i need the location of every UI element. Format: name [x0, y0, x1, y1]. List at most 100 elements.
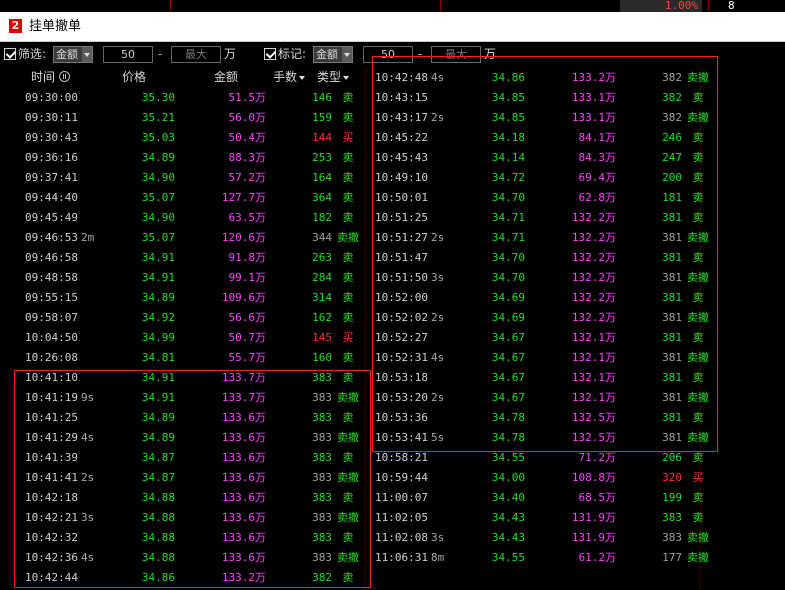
cell-amount: 132.5万: [571, 411, 616, 424]
table-row[interactable]: 10:41:19 9s 34.91 133.7万 383 卖撤: [25, 388, 375, 408]
table-row[interactable]: 11:06:31 8m 34.55 61.2万 177 卖撤: [375, 548, 725, 568]
cell-type: 卖撤: [687, 71, 709, 84]
table-row[interactable]: 10:51:47 34.70 132.2万 381 卖: [375, 248, 725, 268]
table-row[interactable]: 10:42:44 34.86 133.2万 382 卖: [25, 568, 375, 588]
table-row[interactable]: 09:55:15 34.89 109.6万 314 卖: [25, 288, 375, 308]
screen-label: 筛选:: [18, 47, 47, 61]
cell-vol: 177: [662, 551, 682, 564]
cell-price: 34.88: [141, 511, 175, 524]
cell-type: 卖: [342, 171, 354, 184]
table-row[interactable]: 10:41:39 34.87 133.6万 383 卖: [25, 448, 375, 468]
mark-field-select[interactable]: 金额: [313, 46, 353, 63]
cell-time: 10:53:41: [375, 431, 428, 444]
table-row[interactable]: 11:00:07 34.40 68.5万 199 卖: [375, 488, 725, 508]
table-row[interactable]: 09:58:07 34.92 56.6万 162 卖: [25, 308, 375, 328]
table-row[interactable]: 09:46:58 34.91 91.8万 263 卖: [25, 248, 375, 268]
table-row[interactable]: 09:36:16 34.89 88.3万 253 卖: [25, 148, 375, 168]
cell-amount: 50.7万: [228, 331, 267, 344]
screen-min-input[interactable]: [103, 46, 153, 63]
divider: [170, 0, 171, 12]
table-row[interactable]: 09:30:43 35.03 50.4万 144 买: [25, 128, 375, 148]
table-row[interactable]: 09:37:41 34.90 57.2万 164 卖: [25, 168, 375, 188]
cell-time: 10:53:36: [375, 411, 428, 424]
cell-vol: 253: [312, 151, 332, 164]
cell-price: 35.03: [141, 131, 175, 144]
cell-time: 10:53:20: [375, 391, 428, 404]
mark-checkbox[interactable]: [264, 48, 276, 60]
table-row[interactable]: 10:50:01 34.70 62.8万 181 卖: [375, 188, 725, 208]
cell-price: 34.91: [141, 251, 175, 264]
table-row[interactable]: 11:02:08 3s 34.43 131.9万 383 卖撤: [375, 528, 725, 548]
cell-price: 34.43: [491, 511, 525, 524]
table-row[interactable]: 10:43:17 2s 34.85 133.1万 382 卖撤: [375, 108, 725, 128]
table-row[interactable]: 10:41:41 2s 34.87 133.6万 383 卖撤: [25, 468, 375, 488]
cell-time: 09:30:00: [25, 91, 78, 104]
cell-vol: 383: [312, 491, 332, 504]
table-row[interactable]: 10:53:20 2s 34.67 132.1万 381 卖撤: [375, 388, 725, 408]
table-row[interactable]: 10:42:21 3s 34.88 133.6万 383 卖撤: [25, 508, 375, 528]
cell-price: 34.67: [491, 391, 525, 404]
table-row[interactable]: 10:26:08 34.81 55.7万 160 卖: [25, 348, 375, 368]
header-price[interactable]: 价格: [122, 68, 146, 86]
cell-type: 卖撤: [687, 231, 709, 244]
screen-field-value: 金额: [56, 48, 78, 61]
cell-price: 34.71: [491, 231, 525, 244]
table-row[interactable]: 11:02:05 34.43 131.9万 383 卖: [375, 508, 725, 528]
table-row[interactable]: 10:49:10 34.72 69.4万 200 卖: [375, 168, 725, 188]
table-row[interactable]: 10:43:15 34.85 133.1万 382 卖: [375, 88, 725, 108]
table-row[interactable]: 10:41:10 34.91 133.7万 383 卖: [25, 368, 375, 388]
table-row[interactable]: 09:30:00 35.30 51.5万 146 卖: [25, 88, 375, 108]
table-row[interactable]: 10:51:50 3s 34.70 132.2万 381 卖撤: [375, 268, 725, 288]
header-amount[interactable]: 金额: [214, 68, 238, 86]
table-row[interactable]: 10:42:48 4s 34.86 133.2万 382 卖撤: [375, 68, 725, 88]
table-row[interactable]: 10:59:44 34.00 108.8万 320 买: [375, 468, 725, 488]
table-row[interactable]: 10:45:22 34.18 84.1万 246 卖: [375, 128, 725, 148]
table-row[interactable]: 10:52:31 4s 34.67 132.1万 381 卖撤: [375, 348, 725, 368]
table-row[interactable]: 10:58:21 34.55 71.2万 206 卖: [375, 448, 725, 468]
cell-type: 卖: [342, 451, 354, 464]
chevron-down-icon[interactable]: [342, 47, 352, 62]
mark-min-input[interactable]: [363, 46, 413, 63]
table-row[interactable]: 10:53:36 34.78 132.5万 381 卖: [375, 408, 725, 428]
screen-checkbox[interactable]: [4, 48, 16, 60]
cell-type: 卖撤: [687, 271, 709, 284]
table-row[interactable]: 09:44:40 35.07 127.7万 364 卖: [25, 188, 375, 208]
table-row[interactable]: 10:45:43 34.14 84.3万 247 卖: [375, 148, 725, 168]
table-row[interactable]: 10:04:50 34.99 50.7万 145 买: [25, 328, 375, 348]
table-row[interactable]: 09:30:11 35.21 56.0万 159 卖: [25, 108, 375, 128]
table-row[interactable]: 10:51:27 2s 34.71 132.2万 381 卖撤: [375, 228, 725, 248]
header-time[interactable]: 时间: [31, 68, 55, 86]
chevron-down-icon[interactable]: [82, 47, 92, 62]
table-row[interactable]: 10:52:02 2s 34.69 132.2万 381 卖撤: [375, 308, 725, 328]
table-row[interactable]: 10:52:27 34.67 132.1万 381 卖: [375, 328, 725, 348]
table-row[interactable]: 10:53:18 34.67 132.1万 381 卖: [375, 368, 725, 388]
table-row[interactable]: 10:42:32 34.88 133.6万 383 卖: [25, 528, 375, 548]
cell-vol: 383: [312, 511, 332, 524]
table-row[interactable]: 09:48:58 34.91 99.1万 284 卖: [25, 268, 375, 288]
cell-price: 34.69: [491, 291, 525, 304]
table-row[interactable]: 10:52:00 34.69 132.2万 381 卖: [375, 288, 725, 308]
table-row[interactable]: 10:51:25 34.71 132.2万 381 卖: [375, 208, 725, 228]
table-row[interactable]: 10:42:36 4s 34.88 133.6万 383 卖撤: [25, 548, 375, 568]
table-row[interactable]: 10:42:18 34.88 133.6万 383 卖: [25, 488, 375, 508]
cell-dur: 4s: [431, 351, 445, 364]
mark-max-input[interactable]: [431, 46, 481, 63]
cell-time: 10:52:00: [375, 291, 428, 304]
cell-type: 买: [692, 471, 704, 484]
cell-time: 09:44:40: [25, 191, 78, 204]
cell-type: 卖撤: [337, 231, 359, 244]
header-volume[interactable]: 手数: [273, 68, 306, 86]
screen-max-input[interactable]: [171, 46, 221, 63]
window-titlebar: 2 挂单撤单: [0, 12, 785, 42]
cell-vol: 381: [662, 351, 682, 364]
table-row[interactable]: 10:53:41 5s 34.78 132.5万 381 卖撤: [375, 428, 725, 448]
pause-icon[interactable]: [59, 71, 70, 82]
cell-amount: 132.5万: [571, 431, 616, 444]
screen-field-select[interactable]: 金额: [53, 46, 93, 63]
table-row[interactable]: 09:45:49 34.90 63.5万 182 卖: [25, 208, 375, 228]
cell-amount: 133.7万: [221, 371, 266, 384]
table-row[interactable]: 10:41:25 34.89 133.6万 383 卖: [25, 408, 375, 428]
table-row[interactable]: 10:41:29 4s 34.89 133.6万 383 卖撤: [25, 428, 375, 448]
header-type[interactable]: 类型: [317, 68, 350, 86]
table-row[interactable]: 09:46:53 2m 35.07 120.6万 344 卖撤: [25, 228, 375, 248]
